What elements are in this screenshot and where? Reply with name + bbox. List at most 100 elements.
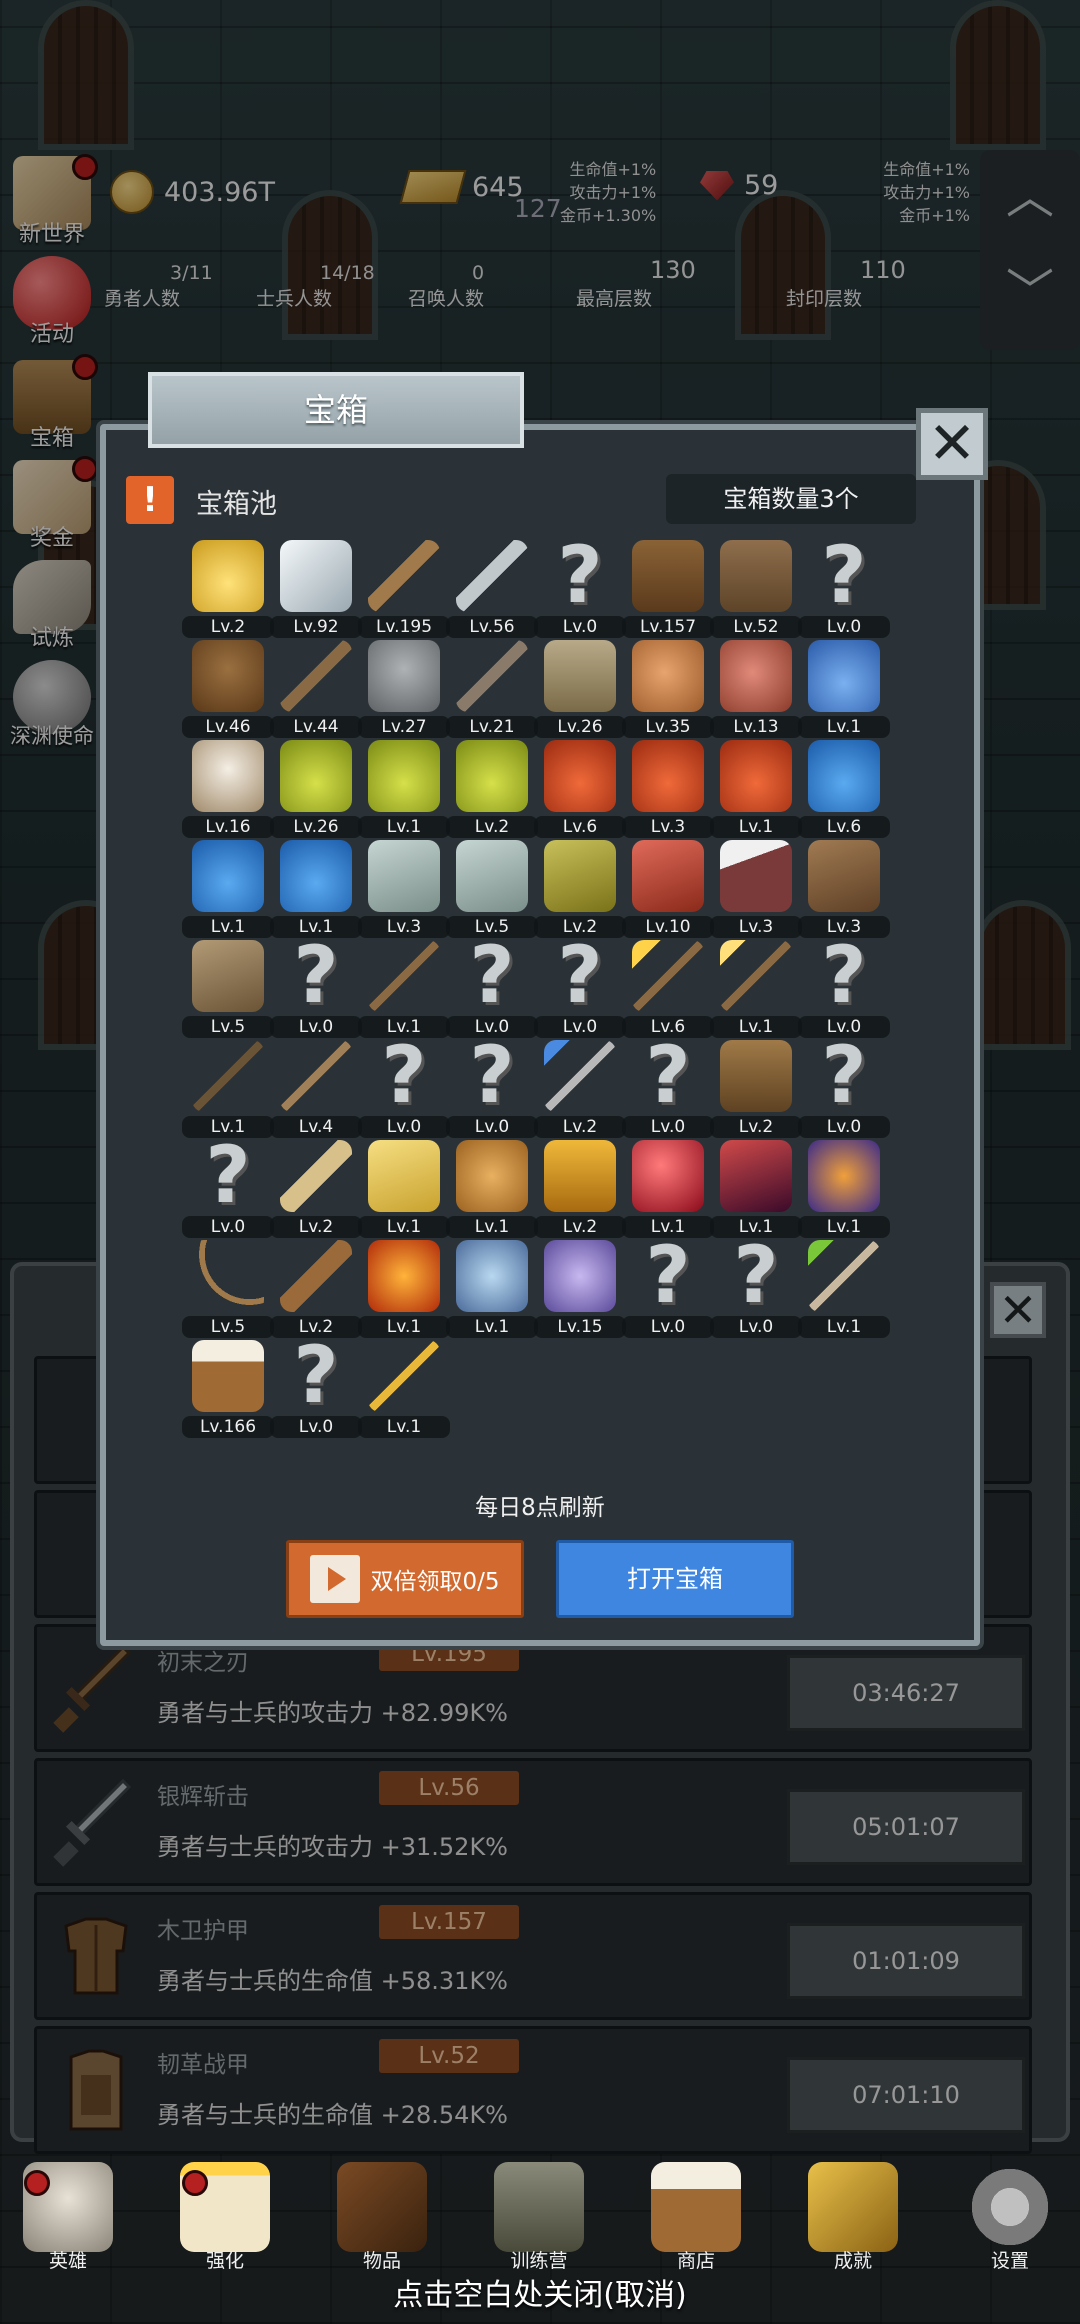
crossbow-icon	[280, 1240, 352, 1312]
chest-item[interactable]: ? Lv.0	[270, 937, 362, 1038]
item-level-label: Lv.0	[182, 1216, 274, 1238]
chest-item[interactable]: ? Lv.0	[270, 1337, 362, 1438]
book-icon	[337, 2162, 427, 2252]
chest-item[interactable]: ? Lv.0	[182, 1131, 274, 1238]
nav-item-key[interactable]: 成就	[793, 2162, 913, 2273]
chest-item[interactable]: Lv.46	[182, 640, 274, 738]
chest-item[interactable]: Lv.6	[534, 740, 626, 838]
item-level-label: Lv.35	[622, 716, 714, 738]
chest-item[interactable]: Lv.1	[182, 1040, 274, 1138]
chest-item[interactable]: Lv.1	[446, 1240, 538, 1338]
modal-close-button[interactable]: ✕	[916, 408, 988, 480]
chest-item[interactable]: ? Lv.0	[710, 1237, 802, 1338]
unknown-icon: ?	[381, 1031, 427, 1121]
chest-item[interactable]: Lv.1	[710, 1140, 802, 1238]
chest-item[interactable]: Lv.2	[534, 840, 626, 938]
chest-item[interactable]: Lv.2	[270, 1140, 362, 1238]
chest-item[interactable]: Lv.1	[710, 940, 802, 1038]
chest-item[interactable]: Lv.26	[534, 640, 626, 738]
lantern-icon	[494, 2162, 584, 2252]
chest-item[interactable]: Lv.56	[446, 540, 538, 638]
chest-item[interactable]: Lv.1	[358, 1240, 450, 1338]
chest-item[interactable]: Lv.1	[798, 1240, 890, 1338]
chest-item[interactable]: Lv.16	[182, 740, 274, 838]
item-level-label: Lv.0	[534, 616, 626, 638]
chest-item[interactable]: Lv.35	[622, 640, 714, 738]
chest-pool-header: ! 宝箱池 宝箱数量3个	[126, 474, 916, 528]
chest-item[interactable]: Lv.2	[446, 740, 538, 838]
chest-item[interactable]: Lv.1	[270, 840, 362, 938]
info-icon[interactable]: !	[126, 476, 174, 524]
chest-item[interactable]: ? Lv.0	[534, 937, 626, 1038]
chest-item[interactable]: Lv.166	[182, 1340, 274, 1438]
nav-item-gear[interactable]: 设置	[950, 2162, 1070, 2273]
chest-item[interactable]: Lv.21	[446, 640, 538, 738]
item-level-label: Lv.1	[358, 1316, 450, 1338]
chest-item[interactable]: Lv.5	[182, 940, 274, 1038]
chest-item[interactable]: Lv.6	[798, 740, 890, 838]
chest-item[interactable]: ? Lv.0	[534, 537, 626, 638]
chest-item[interactable]: ? Lv.0	[358, 1031, 450, 1138]
chest-item[interactable]: Lv.1	[358, 1340, 450, 1438]
item-level-label: Lv.1	[446, 1316, 538, 1338]
chest-item[interactable]: ? Lv.0	[798, 537, 890, 638]
chest-item[interactable]: Lv.2	[182, 540, 274, 638]
chest-item[interactable]: Lv.2	[534, 1140, 626, 1238]
chest-item[interactable]: Lv.3	[358, 840, 450, 938]
chest-item[interactable]: Lv.6	[622, 940, 714, 1038]
chest-item[interactable]: Lv.26	[270, 740, 362, 838]
chest-item[interactable]: ? Lv.0	[446, 937, 538, 1038]
chest-item[interactable]: Lv.2	[270, 1240, 362, 1338]
chest-item[interactable]: ? Lv.0	[798, 1037, 890, 1138]
chest-item[interactable]: Lv.10	[622, 840, 714, 938]
nav-item-lantern[interactable]: 训练营	[479, 2162, 599, 2273]
chest-item[interactable]: Lv.5	[182, 1240, 274, 1338]
chest-item[interactable]: ? Lv.0	[446, 1037, 538, 1138]
chest-item[interactable]: ? Lv.0	[622, 1037, 714, 1138]
shoe-icon	[192, 940, 264, 1012]
chest-item[interactable]: ? Lv.0	[798, 937, 890, 1038]
chest-item[interactable]: Lv.52	[710, 540, 802, 638]
nav-item-mug[interactable]: 商店	[636, 2162, 756, 2273]
chest-item[interactable]: Lv.1	[358, 1140, 450, 1238]
chest-item[interactable]: Lv.27	[358, 640, 450, 738]
chest-item[interactable]: Lv.1	[622, 1140, 714, 1238]
chest-item[interactable]: Lv.2	[710, 1040, 802, 1138]
unknown-icon: ?	[205, 1131, 251, 1221]
chest-item[interactable]: Lv.3	[798, 840, 890, 938]
item-level-label: Lv.2	[446, 816, 538, 838]
chest-item[interactable]: Lv.1	[182, 840, 274, 938]
chest-item[interactable]: Lv.195	[358, 540, 450, 638]
chest-item[interactable]: Lv.1	[358, 740, 450, 838]
nav-item-book[interactable]: 物品	[322, 2162, 442, 2273]
chest-item[interactable]: Lv.4	[270, 1040, 362, 1138]
chest-item[interactable]: Lv.1	[358, 940, 450, 1038]
open-chest-button[interactable]: 打开宝箱	[556, 1540, 794, 1618]
refresh-note: 每日8点刷新	[475, 1495, 605, 1521]
chest-item[interactable]: Lv.3	[710, 840, 802, 938]
potion-yellow-icon	[280, 740, 352, 812]
close-hint: 点击空白处关闭(取消)	[393, 2278, 687, 2313]
chest-item[interactable]: Lv.157	[622, 540, 714, 638]
chest-item[interactable]: ? Lv.0	[622, 1237, 714, 1338]
chest-item[interactable]: Lv.3	[622, 740, 714, 838]
chest-item[interactable]: Lv.5	[446, 840, 538, 938]
double-claim-button[interactable]: 双倍领取0/5	[286, 1540, 524, 1618]
item-level-label: Lv.52	[710, 616, 802, 638]
chest-item[interactable]: Lv.13	[710, 640, 802, 738]
chest-item[interactable]: Lv.1	[710, 740, 802, 838]
chest-item[interactable]: Lv.44	[270, 640, 362, 738]
chest-item[interactable]: Lv.1	[798, 1140, 890, 1238]
item-level-label: Lv.6	[534, 816, 626, 838]
chest-item[interactable]: Lv.15	[534, 1240, 626, 1338]
chest-item[interactable]: Lv.1	[798, 640, 890, 738]
item-level-label: Lv.0	[622, 1116, 714, 1138]
chest-item[interactable]: Lv.2	[534, 1040, 626, 1138]
boot-icon	[808, 840, 880, 912]
item-level-label: Lv.195	[358, 616, 450, 638]
chest-item[interactable]: Lv.92	[270, 540, 362, 638]
potion-blue-icon	[192, 840, 264, 912]
torch-icon	[632, 940, 704, 1012]
chest-item[interactable]: Lv.1	[446, 1140, 538, 1238]
ice-cloak-icon	[456, 1240, 528, 1312]
